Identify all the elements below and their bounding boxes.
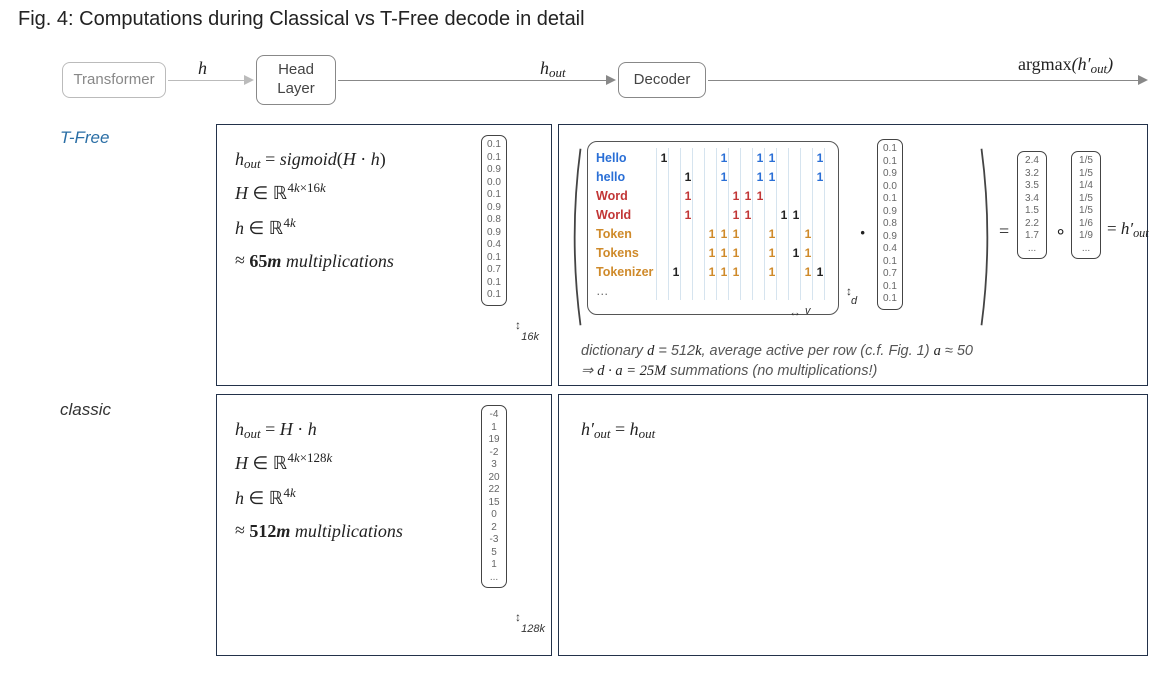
tfree-vec-arrow: ↕ [515,321,521,329]
node-transformer-label: Transformer [73,71,154,90]
arrow-hout-head [606,75,616,85]
tfree-eq-H: H ∈ ℝ4k×16k [235,176,394,210]
op-dot: · [859,220,866,246]
tfree-eq-mult: ≈ 65m multiplications [235,245,394,278]
tfree-decoder-panel: Hello11111hello11111Word1111World11111To… [558,124,1148,386]
tfree-head-panel: hout = sigmoid(H · h) H ∈ ℝ4k×16k h ∈ ℝ4… [216,124,552,386]
tfree-norm-vector: 1/51/51/41/51/51/61/9... [1071,151,1101,259]
arrow-hout-line [338,80,606,81]
classic-vec-size: 128k [521,623,545,635]
classic-hout-vector: -4119-2320221502-351... [481,405,507,588]
token-matrix: Hello11111hello11111Word1111World11111To… [587,141,839,315]
op-equals-1: = [999,221,1009,242]
classic-decoder-panel: h′out = hout [558,394,1148,656]
matrix-d-label: d [851,295,857,307]
classic-vec-arrow: ↕ [515,613,521,621]
tfree-result-vector: 2.43.23.53.41.52.21.7... [1017,151,1047,259]
node-head-layer: HeadLayer [256,55,336,105]
tfree-eq-h: h ∈ ℝ4k [235,211,394,245]
tfree-head-eqs: hout = sigmoid(H · h) H ∈ ℝ4k×16k h ∈ ℝ4… [235,143,394,278]
tfree-note-line2: ⇒ d · a = 25M summations (no multiplicat… [581,363,877,380]
row-label-tfree: T-Free [60,128,109,148]
tfree-mult-vector: 0.10.10.90.00.10.90.80.90.40.10.70.10.1 [877,139,903,310]
tfree-hout-vector: 0.10.10.90.00.10.90.80.90.40.10.70.10.1 [481,135,507,306]
node-decoder: Decoder [618,62,706,98]
classic-eq-H: H ∈ ℝ4k×128k [235,446,403,480]
arrow-h-label: h [198,52,207,85]
classic-decoder-eq: h′out = hout [581,413,655,446]
classic-eq-h: h ∈ ℝ4k [235,481,403,515]
arrow-hout-label: hout [540,52,566,85]
tfree-rhs-label: = h′out [1107,213,1149,245]
tfree-vec-size: 16k [521,331,539,343]
arrow-argmax-head [1138,75,1148,85]
row-label-classic: classic [60,400,111,420]
classic-head-panel: hout = H · h H ∈ ℝ4k×128k h ∈ ℝ4k ≈ 512m… [216,394,552,656]
tfree-note-line1: dictionary d = 512k, average active per … [581,343,973,360]
figure-title: Fig. 4: Computations during Classical vs… [18,8,585,31]
node-transformer: Transformer [62,62,166,98]
classic-eq-hout: hout = H · h [235,413,403,446]
node-decoder-label: Decoder [634,71,691,90]
arrow-argmax-label: argmax(h′out) [1018,48,1113,81]
matrix-v-label: v [805,305,811,317]
node-head-layer-label: HeadLayer [277,61,315,99]
figure-canvas: Fig. 4: Computations during Classical vs… [0,0,1163,682]
tfree-eq-hout: hout = sigmoid(H · h) [235,143,394,176]
classic-head-eqs: hout = H · h H ∈ ℝ4k×128k h ∈ ℝ4k ≈ 512m… [235,413,403,548]
op-circ: ∘ [1055,221,1066,242]
arrow-h-head [244,75,254,85]
classic-eq-mult: ≈ 512m multiplications [235,515,403,548]
matrix-v-arrow: ↔ [789,305,801,319]
